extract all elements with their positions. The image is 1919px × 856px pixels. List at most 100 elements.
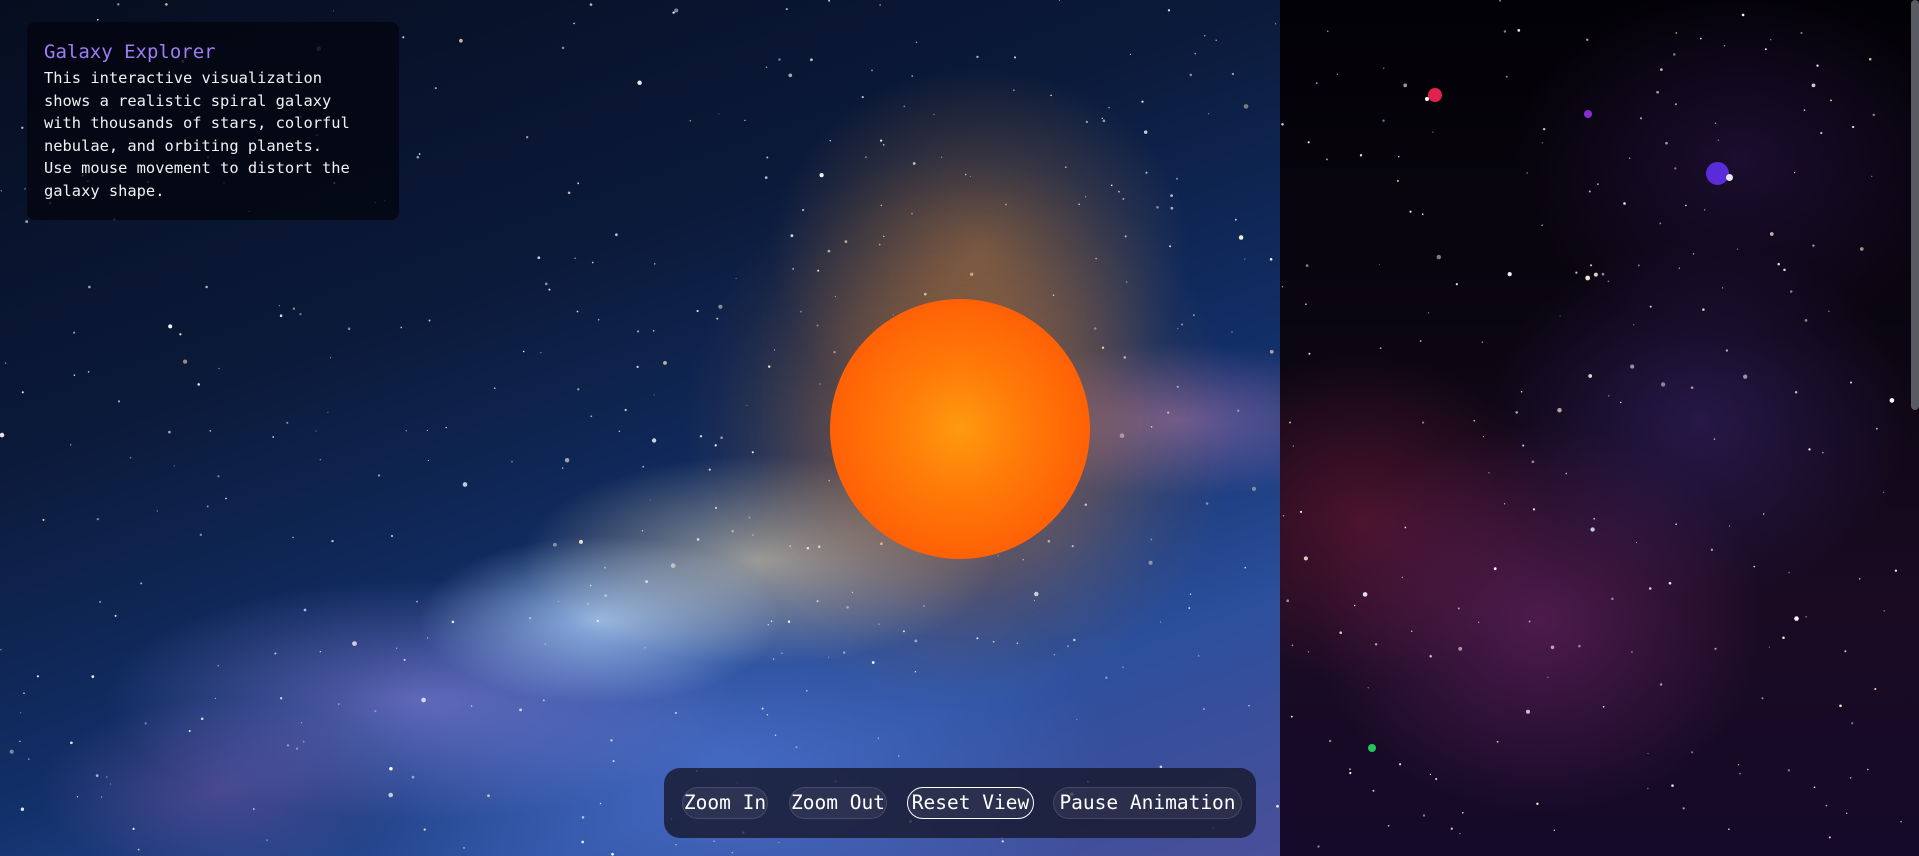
star: [778, 841, 780, 844]
star: [99, 600, 102, 603]
star: [1496, 740, 1499, 743]
star: [4, 362, 7, 364]
star: [589, 3, 593, 6]
zoom-out-button[interactable]: Zoom Out: [789, 787, 887, 819]
star: [1851, 722, 1854, 725]
star: [1724, 45, 1726, 47]
star: [624, 408, 627, 412]
star: [1396, 179, 1399, 182]
star: [618, 430, 621, 432]
star: [459, 38, 463, 43]
star: [641, 530, 644, 532]
star: [1503, 30, 1507, 33]
star: [1299, 510, 1303, 513]
zoom-in-button[interactable]: Zoom In: [682, 787, 768, 819]
star: [596, 619, 599, 622]
star: [1769, 38, 1772, 41]
star: [765, 66, 768, 69]
star: [1851, 125, 1855, 129]
star: [1725, 349, 1729, 352]
star: [1478, 621, 1480, 623]
star: [1398, 763, 1402, 766]
star: [292, 307, 296, 310]
star: [1674, 167, 1677, 170]
star: [42, 518, 45, 521]
planet-red-moon: [1425, 97, 1429, 101]
star: [1307, 651, 1310, 653]
sun: [830, 299, 1090, 559]
star: [1541, 224, 1543, 226]
star: [421, 697, 426, 703]
star: [1578, 644, 1581, 648]
star: [1623, 202, 1626, 205]
star: [1481, 341, 1484, 344]
star: [91, 675, 95, 678]
star: [1764, 48, 1767, 51]
star: [1194, 52, 1197, 55]
star: [871, 69, 873, 72]
star: [1628, 157, 1631, 159]
star: [1378, 263, 1380, 265]
star: [1291, 644, 1294, 647]
star: [589, 584, 592, 587]
star: [1820, 131, 1823, 135]
star: [1349, 771, 1352, 775]
star: [315, 430, 317, 432]
star: [1129, 53, 1132, 56]
star: [1404, 526, 1407, 529]
star: [1868, 57, 1872, 61]
star: [1536, 802, 1539, 805]
star: [110, 783, 111, 785]
star: [217, 475, 220, 478]
star: [1691, 751, 1694, 754]
star: [303, 608, 307, 612]
star: [829, 139, 832, 142]
star: [674, 8, 679, 13]
star: [1743, 374, 1748, 379]
star: [274, 652, 277, 655]
star: [1231, 72, 1235, 76]
star: [1308, 352, 1311, 355]
star: [25, 220, 29, 224]
star: [390, 534, 394, 538]
star: [1525, 709, 1531, 714]
star: [73, 331, 76, 334]
star: [1450, 827, 1453, 830]
star: [511, 460, 513, 463]
star: [73, 374, 76, 376]
star: [1462, 812, 1464, 814]
star: [652, 330, 655, 332]
scrollbar-thumb[interactable]: [1911, 0, 1919, 410]
star: [1876, 427, 1878, 430]
star: [300, 721, 303, 724]
star: [611, 852, 614, 856]
star: [670, 563, 676, 568]
star: [1532, 508, 1536, 511]
star: [644, 647, 646, 649]
star: [1507, 271, 1512, 277]
star: [1690, 386, 1694, 389]
pause-animation-button[interactable]: Pause Animation: [1053, 787, 1242, 819]
star: [292, 536, 294, 539]
star: [1675, 523, 1677, 526]
star: [319, 651, 321, 653]
star: [1648, 587, 1652, 590]
galaxy-scene[interactable]: Galaxy Explorer This interactive visuali…: [0, 0, 1919, 856]
star: [427, 459, 429, 462]
controls-bar: Zoom In Zoom Out Reset View Pause Animat…: [664, 768, 1256, 838]
star: [1822, 452, 1824, 454]
star: [1607, 280, 1610, 283]
star: [1702, 308, 1705, 311]
star: [911, 75, 913, 77]
star: [1505, 75, 1508, 78]
star: [389, 766, 393, 771]
star: [1547, 676, 1549, 679]
star: [1354, 604, 1356, 607]
star: [1639, 117, 1643, 120]
star: [493, 387, 496, 389]
reset-view-button[interactable]: Reset View: [907, 787, 1034, 819]
star: [1728, 828, 1730, 830]
star: [1305, 303, 1307, 306]
star: [1793, 171, 1796, 174]
star: [1787, 769, 1791, 772]
